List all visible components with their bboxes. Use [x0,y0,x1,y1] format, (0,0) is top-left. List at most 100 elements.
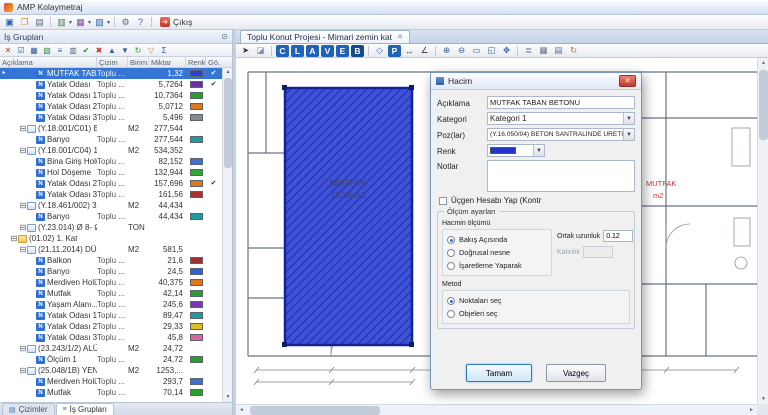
columns-icon[interactable]: ▥ [67,45,79,56]
chevron-down-icon[interactable]: ▼ [623,113,634,124]
table-row[interactable]: N Mutfak Toplu ... 42,14 [0,288,222,299]
color-swatch[interactable] [190,279,203,286]
table-row[interactable]: ⊟ (25.048/1B) YENİ ... M2 1253,... [0,365,222,376]
aciklama-field[interactable] [487,96,635,109]
tool-c-icon[interactable]: C [276,45,289,57]
tables-icon-dropdown[interactable]: ▾ [88,19,91,26]
ortak-uzunluk-field[interactable] [603,230,633,242]
color-swatch[interactable] [190,268,203,275]
save-icon[interactable]: ▣ [3,16,16,28]
table-row[interactable]: N Mutfak Toplu ... 70,14 [0,387,222,398]
tab-is-gruplari[interactable]: ≡ İş Grupları [56,403,114,415]
table-row[interactable]: N Balkon Toplu ... 21,6 [0,255,222,266]
print-icon[interactable]: ▤ [33,16,46,28]
table-row[interactable]: ⊟ (Y.18.461/002) 3 ... M2 44,434 [0,200,222,211]
row-visibility-check[interactable]: ✔ [206,79,221,90]
expander-icon[interactable]: ⊟ [19,222,27,233]
views-icon[interactable]: ▧ [93,16,106,28]
ucgen-checkbox-row[interactable]: Üçgen Hesabı Yap (Kontr [439,196,635,205]
col-goster[interactable]: Gö... [206,57,221,67]
selected-room-region[interactable] [285,88,412,345]
color-swatch[interactable] [190,334,203,341]
table-row[interactable]: ⊟ (Y.23.014) Ø 8- Ø ... TON [0,222,222,233]
color-swatch[interactable] [190,356,203,363]
sum-icon[interactable]: Σ [158,45,170,56]
table-row[interactable]: N Ölçüm 1 Toplu ... 24,72 [0,354,222,365]
pin-icon[interactable]: ⊙ [221,32,228,41]
color-swatch[interactable] [190,290,203,297]
expander-icon[interactable]: ⊟ [10,233,18,244]
angle-icon[interactable]: ∠ [418,45,431,57]
tool-v-icon[interactable]: V [321,45,334,57]
approve-icon[interactable]: ✔ [80,45,92,56]
ucgen-checkbox[interactable] [439,197,447,205]
document-tab[interactable]: Toplu Konut Projesi - Mimari zemin kat ✕ [240,30,410,43]
color-swatch[interactable] [190,158,203,165]
tree-scroll-thumb[interactable] [224,78,232,168]
table-row[interactable]: ⊟ (Y.18.001/C04) 13... M2 534,352 [0,145,222,156]
scroll-right-icon[interactable]: ► [746,405,757,415]
select-cursor-icon[interactable]: ➤ [239,45,252,57]
layers-icon[interactable]: ≣ [522,45,535,57]
vazgec-button[interactable]: Vazgeç [546,364,606,382]
color-swatch[interactable] [190,323,203,330]
radio-icon[interactable] [447,249,455,257]
expander-icon[interactable]: ⊟ [19,365,27,376]
color-swatch[interactable] [190,92,203,99]
tool-p-icon[interactable]: P [388,45,401,57]
move-down-icon[interactable]: ▼ [119,45,131,56]
radio-noktalari-sec[interactable]: Noktaları seç [447,294,625,307]
table-row[interactable]: N Yatak Odası 3 Toplu ... 161,56 [0,189,222,200]
tool-a-icon[interactable]: A [306,45,319,57]
settings-icon[interactable]: ⚙ [119,16,132,28]
tab-close-icon[interactable]: ✕ [397,33,403,41]
zoom-extents-icon[interactable]: ◱ [485,45,498,57]
table-row[interactable]: N Yatak Odası 1 Toplu ... 10,7364 [0,90,222,101]
table-row[interactable]: N Bina Giriş Holü Toplu ... 82,152 [0,156,222,167]
zoom-in-icon[interactable]: ⊕ [440,45,453,57]
table-row[interactable]: N Merdiven Holü Toplu ... 293,7 [0,376,222,387]
grid-icon[interactable]: ▦ [537,45,550,57]
scroll-up-icon[interactable]: ▲ [223,68,233,77]
pan-icon[interactable]: ✥ [500,45,513,57]
color-swatch[interactable] [190,389,203,396]
color-swatch[interactable] [190,257,203,264]
table-row[interactable]: N Yatak Odası 2 Toplu ... 157,696 ✔ [0,178,222,189]
scroll-down-icon[interactable]: ▼ [758,394,768,404]
table-row[interactable]: N Hol Döşeme Toplu ... 132,944 [0,167,222,178]
tamam-button[interactable]: Tamam [466,364,532,382]
polygon-icon[interactable]: ◇ [373,45,386,57]
chevron-down-icon[interactable]: ▼ [533,145,544,156]
color-swatch[interactable] [190,81,203,88]
refresh-icon[interactable]: ↻ [132,45,144,56]
table-row[interactable]: ⊟ (23.243/1/2) ALÜM... M2 24,72 [0,343,222,354]
table-row[interactable]: N Yatak Odası 2 Toplu ... 29,33 [0,321,222,332]
table-row[interactable]: N Banyo Toplu ... 44,434 [0,211,222,222]
table-row[interactable]: ▸ N MUTFAK TABA... Toplu ... 1,32 ✔ [0,68,222,79]
renk-select[interactable]: ▼ [487,144,545,157]
views-icon-dropdown[interactable]: ▾ [107,19,110,26]
tool-l-icon[interactable]: L [291,45,304,57]
color-swatch[interactable] [190,114,203,121]
color-swatch[interactable] [190,180,203,187]
pozlar-browse-button[interactable]: ▼ [623,129,634,140]
delete-measurement-icon[interactable]: ✕ [2,45,14,56]
notlar-field[interactable] [487,160,635,192]
radio-icon[interactable] [447,297,455,305]
table-row[interactable]: N Yaşam Alanı... Toplu ... 245,6 [0,299,222,310]
expander-icon[interactable]: ⊟ [19,343,27,354]
pozlar-field[interactable]: (Y.16.050/04) BETON SANTRALİNDE ÜRETİLEN… [487,128,635,141]
color-swatch[interactable] [190,312,203,319]
color-swatch[interactable] [190,191,203,198]
table-row[interactable]: N Yatak Odası 3 Toplu ... 45,8 [0,332,222,343]
h-scroll-thumb[interactable] [250,406,380,415]
snapshot-icon[interactable]: ▤ [552,45,565,57]
row-visibility-check[interactable]: ✔ [206,68,221,79]
color-swatch[interactable] [190,136,203,143]
add-group-icon[interactable]: ▦ [28,45,40,56]
col-miktar[interactable]: Miktar [149,57,186,67]
horizontal-scrollbar[interactable]: ◄ ► [236,404,757,415]
table-row[interactable]: N Yatak Odası Toplu ... 5,7264 ✔ [0,79,222,90]
table-row[interactable]: N Banyo Toplu ... 277,544 [0,134,222,145]
radio-bakis-acisinda[interactable]: Bakış Açısında [447,233,547,246]
